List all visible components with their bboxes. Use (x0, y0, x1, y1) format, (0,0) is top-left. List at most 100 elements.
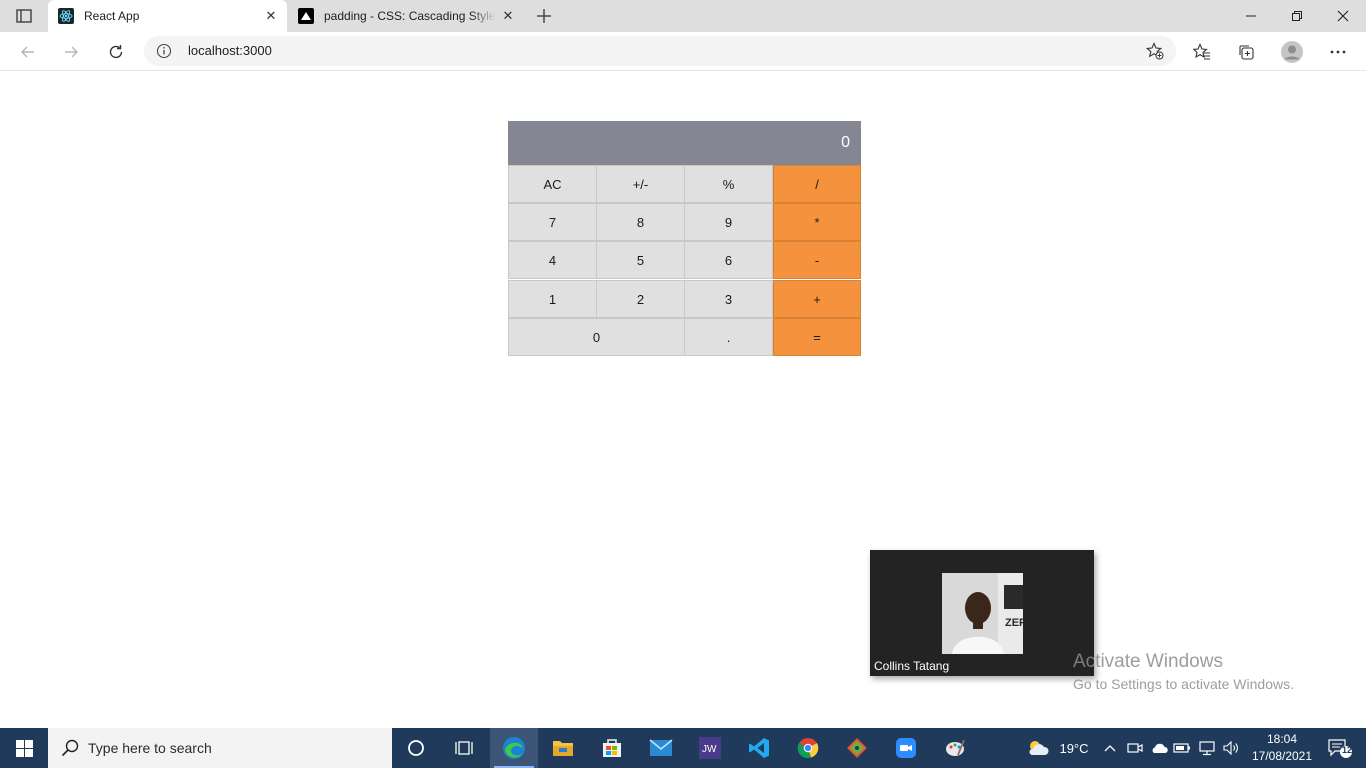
close-tab-icon[interactable]: ✕ (496, 4, 520, 28)
browser-toolbar: localhost:3000 (0, 32, 1366, 71)
clock-time: 18:04 (1266, 732, 1298, 746)
collections-button[interactable] (1233, 39, 1259, 65)
edge-icon (503, 737, 525, 759)
task-view-icon (455, 741, 473, 755)
key-5[interactable]: 5 (596, 241, 685, 279)
file-explorer-app[interactable] (539, 728, 587, 768)
participant-name: Collins Tatang (874, 659, 950, 673)
key-decimal[interactable]: . (684, 318, 773, 356)
video-call-window[interactable]: ZEPS Collins Tatang (870, 550, 1094, 676)
key-7[interactable]: 7 (508, 203, 597, 241)
search-icon (61, 739, 79, 757)
jw-library-icon: JW (699, 737, 721, 759)
file-explorer-icon (553, 741, 573, 756)
weather-cloudy-icon (1029, 741, 1049, 755)
key-3[interactable]: 3 (684, 280, 773, 318)
network-icon (1199, 741, 1215, 756)
volume-button[interactable] (1220, 728, 1242, 768)
watermark-subtitle: Go to Settings to activate Windows. (1073, 676, 1294, 692)
minimize-icon (1246, 15, 1256, 17)
favorites-button[interactable] (1189, 39, 1215, 65)
close-window-button[interactable] (1320, 0, 1366, 32)
tab-actions-icon (16, 9, 32, 23)
key-multiply[interactable]: * (773, 203, 861, 241)
cortana-icon (408, 740, 424, 756)
refresh-icon (109, 45, 123, 59)
tab-mdn-padding[interactable]: padding - CSS: Cascading Style Sheets | … (288, 0, 524, 32)
power-button[interactable] (1172, 728, 1192, 768)
favorites-icon (1193, 43, 1210, 60)
network-button[interactable] (1196, 728, 1218, 768)
key-sign[interactable]: +/- (596, 165, 685, 203)
add-favorite-icon[interactable] (1146, 42, 1164, 60)
key-2[interactable]: 2 (596, 280, 685, 318)
svg-text:ZEPS: ZEPS (1005, 617, 1023, 629)
collections-icon (1239, 45, 1254, 60)
tab-actions-button[interactable] (10, 6, 38, 26)
minimize-button[interactable] (1228, 0, 1274, 32)
new-tab-button[interactable] (532, 4, 556, 28)
vscode-app[interactable] (735, 728, 783, 768)
speaker-icon (1223, 740, 1238, 756)
plus-icon (537, 9, 551, 23)
key-4[interactable]: 4 (508, 241, 597, 279)
key-9[interactable]: 9 (684, 203, 773, 241)
address-bar[interactable]: localhost:3000 (144, 36, 1176, 66)
restore-icon (1292, 11, 1302, 21)
onedrive-button[interactable] (1148, 728, 1170, 768)
store-app[interactable] (588, 728, 636, 768)
back-button[interactable] (13, 37, 43, 67)
key-0[interactable]: 0 (508, 318, 685, 356)
task-view-button[interactable] (440, 728, 488, 768)
clock[interactable]: 18:04 17/08/2021 (1242, 731, 1322, 765)
site-info-icon[interactable] (156, 43, 172, 59)
key-plus[interactable]: + (773, 280, 861, 318)
git-app[interactable] (833, 728, 881, 768)
key-1[interactable]: 1 (508, 280, 597, 318)
weather-temperature[interactable]: 19°C (1054, 728, 1094, 768)
svg-text:JW: JW (702, 744, 717, 755)
tab-react-app[interactable]: React App ✕ (48, 0, 287, 32)
weather-button[interactable] (1024, 728, 1052, 768)
watermark-title: Activate Windows (1073, 651, 1223, 672)
chevron-up-icon (1104, 745, 1116, 752)
tab-strip: React App ✕ padding - CSS: Cascading Sty… (0, 0, 1366, 32)
vscode-icon (749, 738, 769, 758)
more-icon (1330, 50, 1346, 54)
zoom-app[interactable] (882, 728, 930, 768)
activate-windows-watermark: Activate Windows Go to Settings to activ… (1073, 651, 1294, 695)
chrome-app[interactable] (784, 728, 832, 768)
restore-button[interactable] (1274, 0, 1320, 32)
paint-icon (946, 739, 965, 756)
taskbar-search[interactable]: Type here to search (48, 728, 392, 768)
close-icon (1337, 10, 1349, 22)
participant-avatar-image: ZEPS (942, 573, 1023, 654)
url-text[interactable]: localhost:3000 (188, 36, 272, 66)
key-percent[interactable]: % (684, 165, 773, 203)
notifications-button[interactable]: 12 (1320, 728, 1360, 768)
battery-icon (1173, 743, 1190, 753)
forward-button[interactable] (56, 37, 86, 67)
mail-icon (649, 739, 673, 756)
paint-app[interactable] (931, 728, 979, 768)
cortana-button[interactable] (392, 728, 440, 768)
key-6[interactable]: 6 (684, 241, 773, 279)
meet-now-button[interactable] (1125, 728, 1145, 768)
edge-app[interactable] (490, 728, 538, 768)
key-divide[interactable]: / (773, 165, 861, 203)
refresh-button[interactable] (101, 37, 131, 67)
key-ac[interactable]: AC (508, 165, 597, 203)
jw-library-app[interactable]: JW (686, 728, 734, 768)
settings-more-button[interactable] (1325, 39, 1351, 65)
participant-video: ZEPS (942, 573, 1023, 654)
start-button[interactable] (0, 728, 48, 768)
close-tab-icon[interactable]: ✕ (259, 4, 283, 28)
taskbar: Type here to search JW 19°C 18:04 17/08/… (0, 728, 1366, 768)
mail-app[interactable] (637, 728, 685, 768)
calculator: 0 AC +/- % / 7 8 9 * 4 5 6 - 1 2 3 + 0 .… (508, 121, 861, 356)
profile-button[interactable] (1279, 39, 1305, 65)
key-minus[interactable]: - (773, 241, 861, 279)
key-8[interactable]: 8 (596, 203, 685, 241)
key-equals[interactable]: = (773, 318, 861, 356)
show-hidden-icons[interactable] (1101, 728, 1119, 768)
